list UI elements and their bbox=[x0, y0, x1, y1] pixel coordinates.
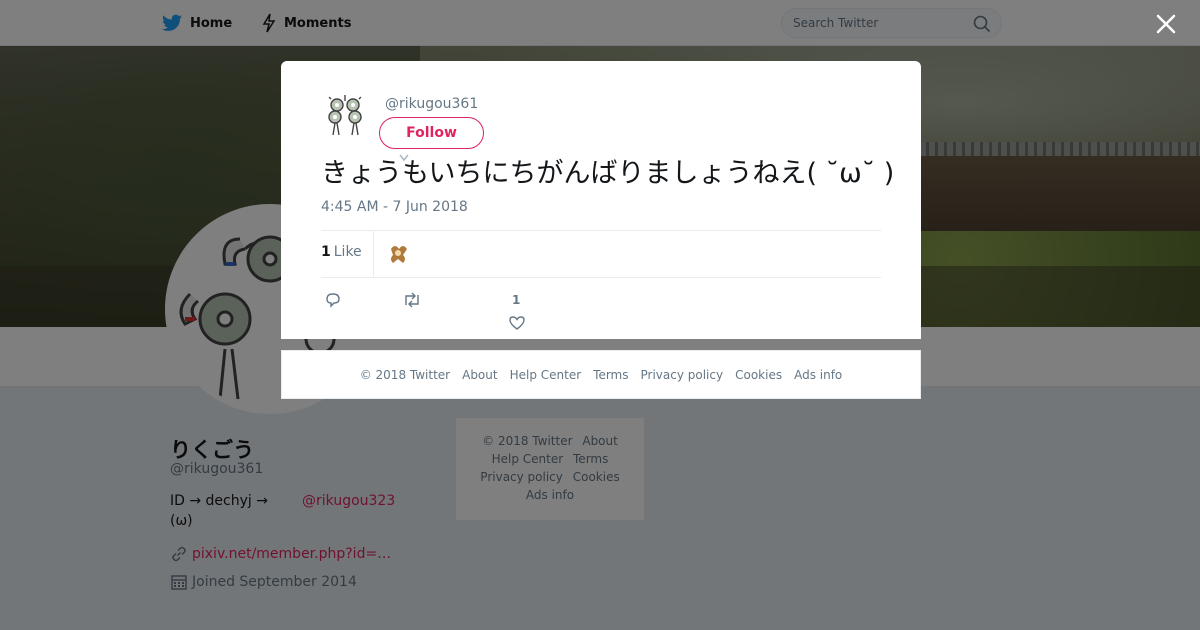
reply-icon[interactable] bbox=[324, 291, 342, 309]
tweet-stats: 1 Like bbox=[321, 230, 881, 278]
follow-button[interactable]: Follow bbox=[379, 117, 484, 149]
like-count-link[interactable]: 1 Like bbox=[321, 244, 362, 260]
footer-ads-link[interactable]: Ads info bbox=[794, 368, 842, 382]
heart-icon[interactable] bbox=[508, 314, 526, 332]
retweet-icon[interactable] bbox=[402, 291, 422, 309]
tweet-author-handle[interactable]: @rikugou361 bbox=[385, 96, 478, 112]
footer-terms-link[interactable]: Terms bbox=[593, 368, 628, 382]
action-like-count: 1 bbox=[512, 293, 521, 307]
footer-privacy-link[interactable]: Privacy policy bbox=[641, 368, 724, 382]
tweet-modal: @rikugou361 Follow きょうもいちにちがんばりましょうねえ( ˘… bbox=[281, 61, 921, 339]
footer-copyright: © 2018 Twitter bbox=[359, 367, 451, 382]
like-count-number: 1 bbox=[321, 244, 331, 260]
tweet-author-avatar[interactable] bbox=[321, 91, 369, 139]
like-count-label: Like bbox=[333, 244, 362, 260]
close-icon[interactable] bbox=[1154, 12, 1178, 36]
tweet-text: きょうもいちにちがんばりましょうねえ( ˘ω˘ ) bbox=[321, 158, 895, 189]
liker-avatar[interactable] bbox=[385, 241, 411, 267]
footer-about-link[interactable]: About bbox=[462, 368, 497, 382]
stats-divider bbox=[373, 231, 374, 277]
footer-cookies-link[interactable]: Cookies bbox=[735, 368, 782, 382]
tweet-timestamp[interactable]: 4:45 AM - 7 Jun 2018 bbox=[321, 199, 468, 215]
tweet-actions: 1 bbox=[321, 287, 881, 337]
modal-footer: © 2018 Twitter About Help Center Terms P… bbox=[281, 350, 921, 399]
footer-help-link[interactable]: Help Center bbox=[510, 368, 582, 382]
